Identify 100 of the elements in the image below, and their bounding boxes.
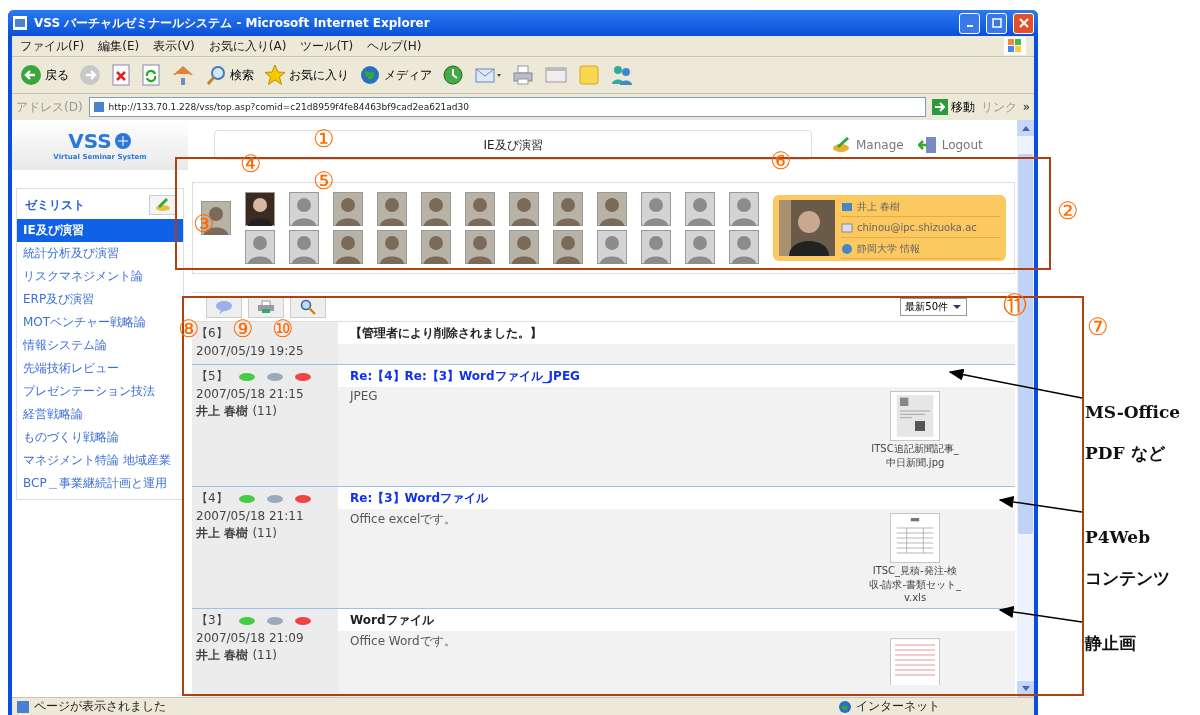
seminar-item[interactable]: 経営戦略論 — [17, 403, 89, 426]
scroll-down-icon[interactable] — [1021, 686, 1030, 692]
seminar-item[interactable]: MOTベンチャー戦略論 — [17, 311, 153, 334]
delete-icon[interactable] — [293, 370, 312, 383]
edit-icon[interactable] — [265, 370, 284, 383]
pencil-icon — [155, 198, 171, 212]
zone-label: インターネット — [856, 698, 940, 715]
menu-item[interactable]: ツール(T) — [300, 37, 354, 55]
attachment-caption[interactable]: ITSC追記新聞記事_中日新聞.jpg — [867, 442, 963, 470]
annotation-number: ④ — [240, 151, 262, 177]
maximize-icon — [991, 18, 1002, 28]
page-icon — [16, 699, 30, 714]
post-author: 井上 春樹 (11) — [196, 525, 278, 542]
header-link[interactable]: Manage — [832, 136, 904, 154]
profile-affiliation: 静岡大学 情報 — [857, 241, 921, 256]
document-thumbnail[interactable] — [890, 391, 940, 441]
globe-icon — [841, 242, 853, 255]
seminar-item[interactable]: プレゼンテーション技法 — [17, 380, 161, 403]
post-tool-button[interactable] — [248, 296, 284, 318]
avatar[interactable] — [245, 192, 275, 226]
toolbar-button[interactable] — [440, 62, 466, 88]
callout-label: コンテンツ — [1085, 567, 1170, 590]
post-tool-button[interactable] — [206, 296, 242, 318]
post-date: 2007/05/18 21:09 — [196, 631, 305, 645]
seminar-item[interactable]: マネジメント特論 地域産業 — [17, 449, 177, 472]
seminar-item[interactable]: リスクマネジメント論 — [17, 265, 149, 288]
refresh-icon — [141, 64, 161, 86]
address-field[interactable]: http://133.70.1.228/vss/top.asp?comid=c21d8959f4fe84463bf9cad2ea621ad30 — [88, 97, 926, 117]
callout-label: PDF など — [1085, 442, 1165, 465]
callout-label: 静止画 — [1085, 632, 1136, 655]
filter-dropdown[interactable]: 最新50件 — [900, 298, 967, 316]
globe-icon — [838, 699, 852, 714]
profile-email[interactable]: chinou@ipc.shizuoka.ac — [857, 222, 977, 233]
toolbar-button[interactable]: お気に入り — [262, 62, 351, 88]
annotation-number: ⑦ — [1087, 314, 1109, 340]
globe-icon — [359, 64, 381, 86]
go-button[interactable]: 移動 — [931, 98, 975, 116]
avatar — [779, 200, 835, 256]
document-thumbnail[interactable] — [890, 513, 940, 563]
minimize-icon — [966, 25, 973, 27]
post-body: Office Wordです。 — [350, 633, 457, 650]
post-body: Office excelです。 — [350, 511, 458, 528]
toolbar-button[interactable] — [139, 62, 163, 88]
arrow-right-icon — [79, 64, 101, 86]
post-tool-button[interactable] — [290, 296, 326, 318]
close-button[interactable] — [1013, 12, 1034, 34]
arrow-left-icon — [20, 64, 42, 86]
close-icon — [1018, 18, 1029, 28]
toolbar-button[interactable]: メディア — [357, 62, 434, 88]
toolbar-button[interactable]: 検索 — [203, 62, 256, 88]
window-icon — [544, 64, 568, 86]
star-icon — [264, 64, 286, 86]
seminar-item[interactable]: 情報システム論 — [17, 334, 113, 357]
callout-label: P4Web — [1085, 527, 1151, 547]
toolbar-button[interactable] — [109, 62, 133, 88]
edit-icon[interactable] — [265, 614, 284, 627]
reply-icon[interactable] — [237, 492, 256, 505]
more-chevron[interactable]: » — [1022, 100, 1030, 114]
toolbar-button[interactable] — [510, 62, 536, 88]
minimize-button[interactable] — [959, 12, 980, 34]
seminar-item[interactable]: ERP及び演習 — [17, 288, 101, 311]
add-button[interactable] — [149, 195, 177, 215]
maximize-button[interactable] — [986, 12, 1007, 34]
card-icon — [841, 200, 853, 213]
seminar-item[interactable]: IE及び演習 — [17, 219, 183, 242]
post-date: 2007/05/18 21:15 — [196, 387, 305, 401]
window-title: VSS バーチャルゼミナールシステム - Microsoft Internet Explorer — [34, 14, 431, 32]
seminar-item[interactable]: 統計分析及び演習 — [17, 242, 125, 265]
clock-icon — [442, 64, 464, 86]
scroll-up-icon[interactable] — [1021, 125, 1030, 131]
status-text: ページが表示されました — [34, 698, 166, 715]
menu-item[interactable]: ファイル(F) — [20, 37, 85, 55]
reply-icon[interactable] — [237, 614, 256, 627]
menu-item[interactable]: お気に入り(A) — [208, 37, 287, 55]
document-thumbnail[interactable] — [890, 635, 940, 685]
menu-item[interactable]: 編集(E) — [98, 37, 140, 55]
menu-item[interactable]: 表示(V) — [153, 37, 195, 55]
delete-icon[interactable] — [293, 492, 312, 505]
menu-item[interactable]: ヘルプ(H) — [367, 37, 422, 55]
printer-icon — [257, 300, 275, 314]
seminar-item[interactable]: 先端技術レビュー — [17, 357, 125, 380]
annotation-number: ⑨ — [232, 316, 254, 342]
post-author: 井上 春樹 (11) — [196, 403, 278, 420]
post-number: 【4】 — [196, 490, 228, 507]
callout-label: MS-Office — [1085, 402, 1181, 422]
seminar-item[interactable]: ものづくり戦略論 — [17, 426, 125, 449]
delete-icon[interactable] — [293, 614, 312, 627]
header-link[interactable]: Logout — [917, 136, 983, 154]
edit-icon[interactable] — [265, 492, 284, 505]
search-icon — [299, 299, 317, 315]
address-label: アドレス(D) — [16, 98, 83, 116]
printer-icon — [512, 64, 534, 86]
house-icon — [171, 64, 195, 86]
attachment-caption[interactable]: ITSC_見積-発注-検収-請求-書類セット_v.xls — [867, 564, 963, 603]
post-date: 2007/05/18 21:11 — [196, 509, 305, 523]
seminar-item[interactable]: BCP＿事業継続計画と運用 — [17, 472, 173, 495]
toolbar-button[interactable]: 戻る — [18, 62, 71, 88]
url-text: http://133.70.1.228/vss/top.asp?comid=c21d8959f4fe84463bf9cad2ea621ad30 — [108, 102, 469, 112]
reply-icon[interactable] — [237, 370, 256, 383]
speech-bubble-icon — [215, 300, 233, 314]
